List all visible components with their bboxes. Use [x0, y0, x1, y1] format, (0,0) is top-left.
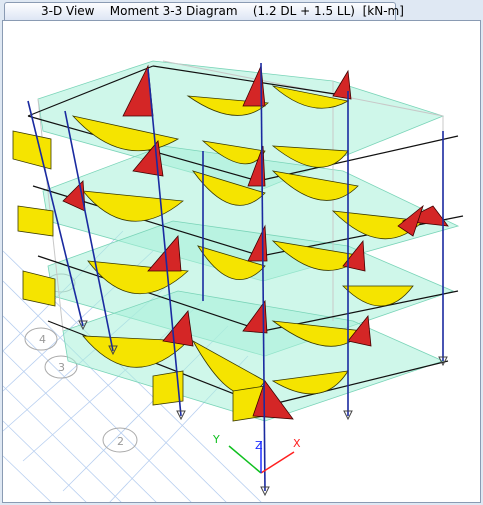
x-axis-arrow [260, 451, 295, 474]
model-viewport[interactable]: 4 3 2 X Y Z [2, 20, 481, 503]
grid-bubble-label: 2 [117, 435, 124, 448]
app-window: 3-D View Moment 3-3 Diagram (1.2 DL + 1.… [0, 0, 483, 505]
tab-3d-view[interactable]: 3-D View Moment 3-3 Diagram (1.2 DL + 1.… [4, 2, 404, 20]
structure-3d-view: 4 3 2 X Y Z [3, 60, 464, 502]
grid-bubble-label: 4 [39, 333, 46, 346]
y-axis-label: Y [212, 433, 220, 446]
grid-bubble-label: 3 [58, 361, 65, 374]
floor-slabs [37, 60, 460, 422]
z-axis-label: Z [255, 439, 263, 452]
x-axis-label: X [293, 437, 301, 450]
